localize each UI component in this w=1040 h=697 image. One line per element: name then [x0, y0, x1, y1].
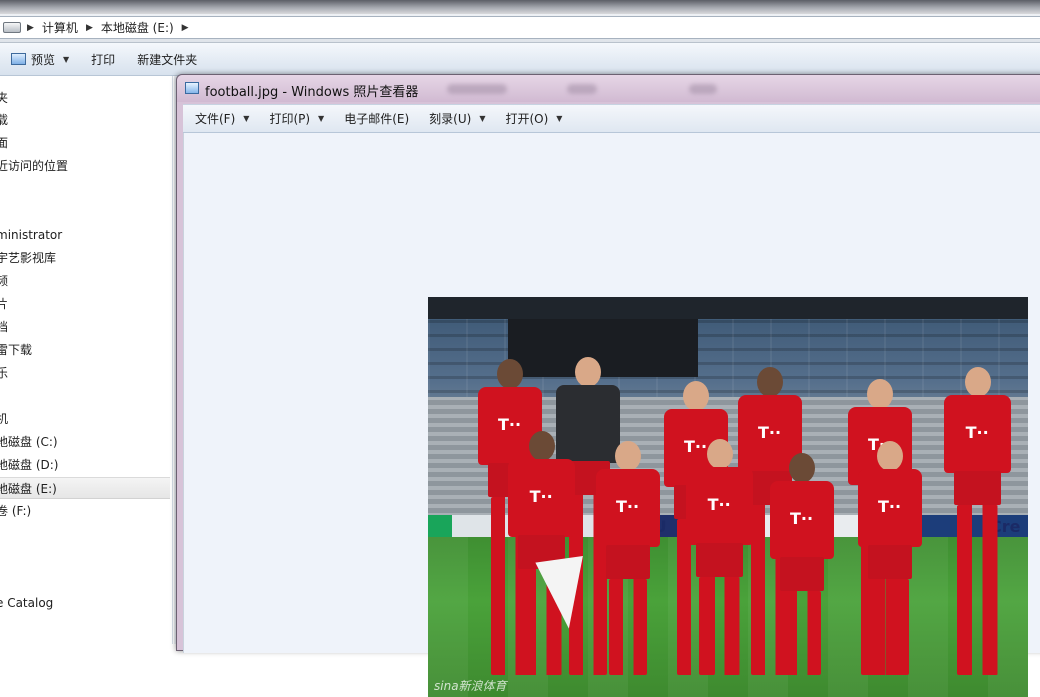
player-head — [757, 367, 783, 397]
preview-label: 预览 — [31, 52, 56, 67]
chevron-right-icon[interactable]: ▶ — [82, 23, 97, 33]
player-shorts — [867, 545, 913, 579]
drive-icon — [3, 22, 21, 33]
nav-item-drive-f[interactable]: 卷 (F:) — [0, 500, 170, 522]
player-shorts — [696, 543, 744, 577]
print-label: 打印 — [91, 52, 116, 67]
nav-item-user[interactable]: ministrator — [0, 224, 170, 246]
nav-item-videos[interactable]: 频 — [0, 270, 170, 292]
image-canvas[interactable]: AGU Cre T··T··T··T··T··T··T··T··T··T·· s… — [183, 133, 1040, 697]
player-head — [877, 441, 903, 471]
nav-item-computer[interactable]: 机 — [0, 408, 170, 430]
navigation-pane: 夹 载 面 近访问的位置 ministrator 宇艺影视库 频 片 档 雷下载… — [0, 76, 173, 644]
player-head — [867, 379, 893, 409]
explorer-titlebar — [0, 0, 1040, 14]
photo-viewer-icon — [185, 82, 199, 94]
viewer-titlebar[interactable]: football.jpg - Windows 照片查看器 — [177, 75, 1040, 102]
nav-item-pictures[interactable]: 片 — [0, 293, 170, 315]
football-team-photo: AGU Cre T··T··T··T··T··T··T··T··T··T·· s… — [428, 297, 1028, 697]
chevron-down-icon: ▼ — [318, 114, 325, 123]
explorer-toolbar: 预览 ▼ 打印 新建文件夹 — [0, 43, 1040, 76]
menu-file-label: 文件(F) — [195, 112, 236, 126]
chevron-down-icon: ▼ — [243, 114, 250, 123]
player-head — [964, 367, 991, 397]
nav-item-downloads[interactable]: 载 — [0, 109, 170, 131]
club-pennant — [535, 556, 593, 632]
blurred-taskbar-item — [689, 84, 717, 94]
nav-item-desktop[interactable]: 面 — [0, 132, 170, 154]
player-head — [528, 431, 555, 461]
nav-item-catalog[interactable]: e Catalog — [0, 592, 170, 614]
watermark: sina新浪体育 — [434, 679, 507, 693]
player-legs — [870, 579, 910, 675]
menu-print[interactable]: 打印(P) ▼ — [257, 108, 332, 130]
nav-item-thunder[interactable]: 雷下载 — [0, 339, 170, 361]
chevron-right-icon[interactable]: ▶ — [23, 23, 38, 33]
blurred-taskbar-item — [447, 84, 507, 94]
player-shirt — [556, 385, 620, 463]
viewer-menubar: 文件(F) ▼ 打印(P) ▼ 电子邮件(E) 刻录(U) ▼ 打开(O) ▼ — [183, 104, 1040, 133]
jersey-logo: T·· — [790, 509, 814, 528]
player-legs — [957, 505, 998, 675]
player-head — [575, 357, 601, 387]
player-shorts — [954, 471, 1002, 505]
player-head — [497, 359, 523, 389]
menu-print-label: 打印(P) — [269, 112, 311, 126]
menu-file[interactable]: 文件(F) ▼ — [183, 108, 257, 130]
nav-item-drive-d[interactable]: 地磁盘 (D:) — [0, 454, 170, 476]
breadcrumb-computer[interactable]: 计算机 — [38, 17, 82, 38]
player-head — [706, 439, 733, 469]
chevron-down-icon: ▼ — [63, 54, 70, 64]
jersey-logo: T·· — [684, 437, 708, 456]
player-shorts — [779, 557, 825, 591]
player-legs — [699, 577, 740, 675]
address-field[interactable]: ▶ 计算机 ▶ 本地磁盘 (E:) ▶ — [0, 16, 1040, 39]
preview-icon — [11, 53, 26, 65]
jersey-logo: T·· — [616, 497, 640, 516]
player-head — [789, 453, 815, 483]
chevron-down-icon: ▼ — [479, 114, 486, 123]
jersey-logo: T·· — [758, 423, 782, 442]
nav-item-drive-e[interactable]: 地磁盘 (E:) — [0, 477, 170, 499]
nav-item-video-lib[interactable]: 宇艺影视库 — [0, 247, 170, 269]
menu-open[interactable]: 打开(O) ▼ — [493, 108, 570, 130]
jersey-logo: T·· — [965, 423, 989, 442]
jersey-logo: T·· — [878, 497, 902, 516]
viewer-title: football.jpg - Windows 照片查看器 — [205, 85, 419, 100]
player-head — [683, 381, 709, 411]
nav-item-documents[interactable]: 档 — [0, 316, 170, 338]
jersey-logo: T·· — [707, 495, 731, 514]
player-legs — [608, 579, 648, 675]
menu-email-label: 电子邮件(E) — [344, 112, 410, 126]
blurred-taskbar-item — [567, 84, 597, 94]
print-button[interactable]: 打印 — [80, 46, 126, 72]
player-head — [615, 441, 641, 471]
stadium-roof — [428, 297, 1028, 319]
menu-burn[interactable]: 刻录(U) ▼ — [417, 108, 493, 130]
player-legs — [782, 591, 822, 675]
jersey-logo: T·· — [529, 487, 553, 506]
nav-item-favorites[interactable]: 夹 — [0, 87, 170, 109]
new-folder-label: 新建文件夹 — [137, 52, 198, 67]
menu-email[interactable]: 电子邮件(E) — [332, 108, 417, 130]
menu-burn-label: 刻录(U) — [429, 112, 472, 126]
chevron-down-icon: ▼ — [556, 114, 563, 123]
jersey-logo: T·· — [498, 415, 522, 434]
new-folder-button[interactable]: 新建文件夹 — [126, 46, 208, 72]
chevron-right-icon[interactable]: ▶ — [178, 23, 193, 33]
preview-button[interactable]: 预览 ▼ — [0, 46, 80, 72]
nav-item-drive-c[interactable]: 地磁盘 (C:) — [0, 431, 170, 453]
breadcrumb-drive-e[interactable]: 本地磁盘 (E:) — [97, 17, 178, 38]
nav-item-recent[interactable]: 近访问的位置 — [0, 155, 170, 177]
player-shorts — [605, 545, 651, 579]
menu-open-label: 打开(O) — [505, 112, 549, 126]
nav-item-music[interactable]: 乐 — [0, 362, 170, 384]
photo-viewer-window: football.jpg - Windows 照片查看器 文件(F) ▼ 打印(… — [176, 74, 1040, 697]
address-bar: ▶ 计算机 ▶ 本地磁盘 (E:) ▶ — [0, 14, 1040, 43]
